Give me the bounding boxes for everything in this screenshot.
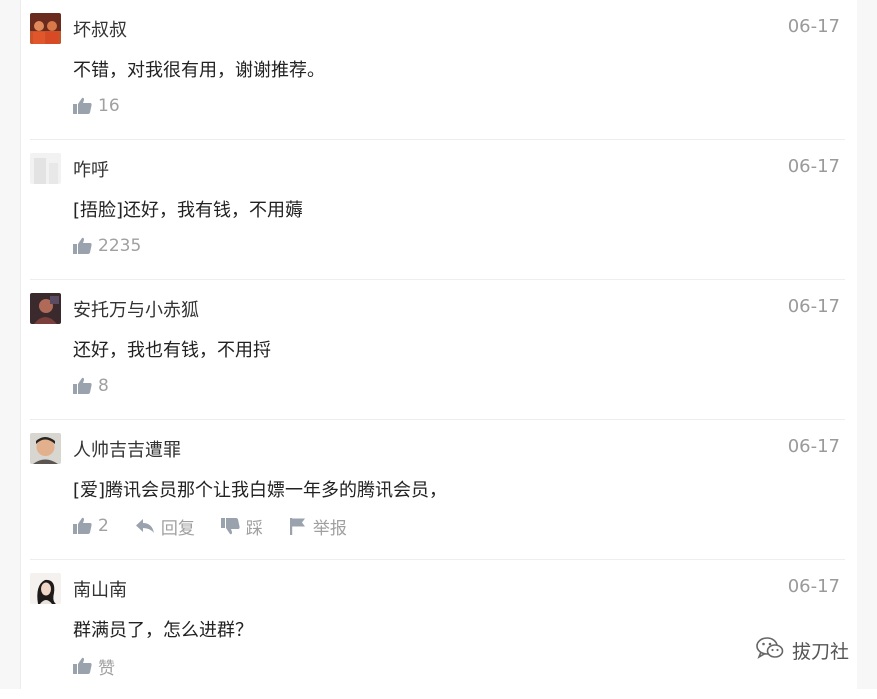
- avatar[interactable]: [30, 293, 61, 324]
- comment-text: [捂脸]还好，我有钱，不用薅: [73, 200, 304, 221]
- avatar[interactable]: [30, 573, 61, 604]
- comment-date: 06-17: [787, 156, 840, 177]
- flag-icon: [289, 517, 313, 535]
- comment-item: 安托万与小赤狐 06-17 还好，我也有钱，不用捋 8: [30, 280, 845, 420]
- comment-date: 06-17: [787, 16, 840, 37]
- commenter-name[interactable]: 人帅吉吉遭罪: [73, 436, 181, 462]
- commenter-name[interactable]: 咋呼: [73, 156, 109, 182]
- wechat-icon: [756, 636, 792, 665]
- right-edge: [857, 0, 877, 689]
- like-label: 赞: [98, 658, 115, 679]
- avatar[interactable]: [30, 153, 61, 184]
- like-button[interactable]: 2: [73, 516, 109, 536]
- comment-text: 不错，对我很有用，谢谢推荐。: [73, 60, 325, 81]
- like-count: 2: [98, 516, 109, 536]
- avatar[interactable]: [30, 13, 61, 44]
- comment-date: 06-17: [787, 576, 840, 597]
- avatar[interactable]: [30, 433, 61, 464]
- comment-item: 人帅吉吉遭罪 06-17 [爱]腾讯会员那个让我白嫖一年多的腾讯会员， 2 回复: [30, 420, 845, 560]
- commenter-name[interactable]: 南山南: [73, 576, 127, 602]
- comment-date: 06-17: [787, 296, 840, 317]
- comment-text: [爱]腾讯会员那个让我白嫖一年多的腾讯会员，: [73, 480, 448, 501]
- comment-text: 群满员了，怎么进群？: [73, 620, 253, 641]
- thumbs-up-icon: [73, 657, 98, 675]
- report-button[interactable]: 举报: [289, 514, 347, 539]
- comment-item: 南山南 06-17 群满员了，怎么进群？ 赞: [30, 560, 845, 699]
- like-button[interactable]: 16: [73, 96, 120, 116]
- dislike-label: 踩: [245, 518, 263, 539]
- thumbs-up-icon: [73, 97, 98, 115]
- thumbs-down-icon: [220, 517, 246, 535]
- thumbs-up-icon: [73, 237, 98, 255]
- left-edge: [0, 0, 21, 689]
- comment-actions: 16: [73, 94, 146, 118]
- comment-actions: 2235: [73, 234, 167, 258]
- like-button[interactable]: 8: [73, 376, 109, 396]
- comment-actions: 8: [73, 374, 135, 398]
- thumbs-up-icon: [73, 517, 98, 535]
- thumbs-up-icon: [73, 377, 98, 395]
- commenter-name[interactable]: 坏叔叔: [73, 16, 127, 42]
- like-button[interactable]: 赞: [73, 654, 115, 679]
- report-label: 举报: [312, 518, 347, 539]
- watermark: 拔刀社: [756, 636, 849, 665]
- comment-list: 坏叔叔 06-17 不错，对我很有用，谢谢推荐。 16 咋呼 06-17 [捂脸…: [30, 0, 845, 699]
- reply-arrow-icon: [135, 518, 161, 534]
- like-count: 16: [98, 96, 120, 116]
- comment-item: 坏叔叔 06-17 不错，对我很有用，谢谢推荐。 16: [30, 0, 845, 140]
- comment-item: 咋呼 06-17 [捂脸]还好，我有钱，不用薅 2235: [30, 140, 845, 280]
- comment-actions: 2 回复 踩 举报: [73, 514, 373, 539]
- reply-label: 回复: [160, 518, 195, 539]
- reply-button[interactable]: 回复: [135, 514, 195, 539]
- like-count: 8: [98, 376, 109, 396]
- dislike-button[interactable]: 踩: [220, 514, 263, 539]
- like-count: 2235: [98, 236, 142, 256]
- comment-text: 还好，我也有钱，不用捋: [73, 340, 271, 361]
- comment-actions: 赞: [73, 654, 141, 679]
- commenter-name[interactable]: 安托万与小赤狐: [73, 296, 199, 322]
- like-button[interactable]: 2235: [73, 236, 141, 256]
- comment-date: 06-17: [787, 436, 840, 457]
- watermark-text: 拔刀社: [791, 641, 849, 663]
